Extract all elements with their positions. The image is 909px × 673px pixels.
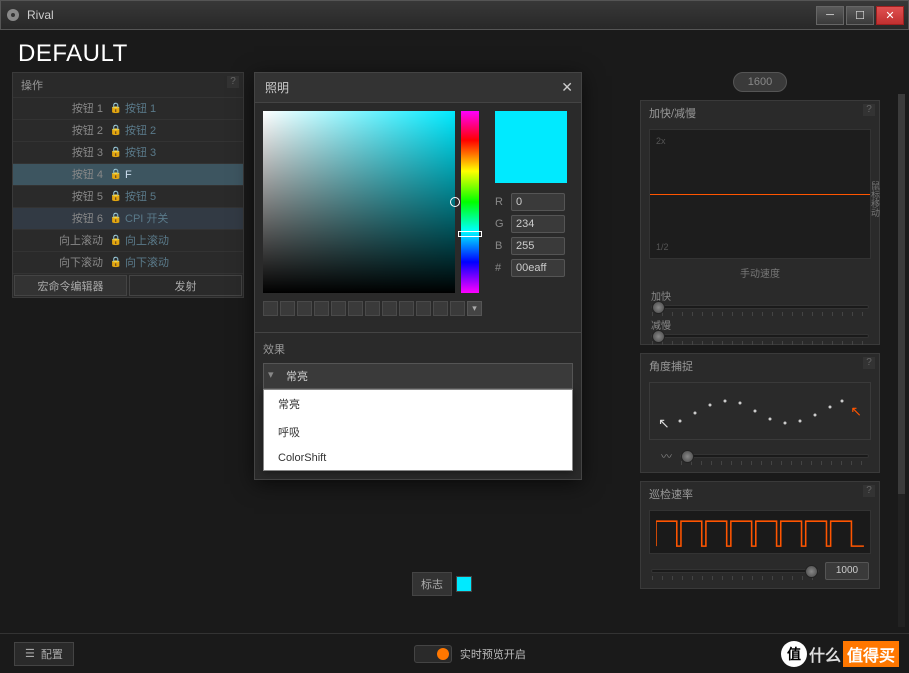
blue-input[interactable]: 255 (511, 237, 565, 255)
lighting-title: 照明 (265, 81, 289, 95)
effect-option[interactable]: ColorShift (264, 446, 572, 470)
swatch[interactable] (416, 301, 431, 316)
action-row[interactable]: 按钮 1🔒按钮 1 (13, 97, 243, 119)
close-icon[interactable]: ✕ (561, 79, 573, 96)
action-row[interactable]: 按钮 2🔒按钮 2 (13, 119, 243, 141)
effect-dropdown: 常亮 呼吸 ColorShift (263, 389, 573, 471)
preview-label: 实时预览开启 (460, 646, 526, 662)
swatch[interactable] (331, 301, 346, 316)
action-row[interactable]: 按钮 5🔒按钮 5 (13, 185, 243, 207)
polling-panel: 巡检速率? 1000 (640, 481, 880, 589)
swatch[interactable] (382, 301, 397, 316)
logo-zone-marker[interactable]: 标志 (412, 572, 472, 596)
cursor-orange-icon: ↖ (850, 403, 862, 420)
list-icon: ☰ (25, 647, 35, 660)
lighting-dialog: 照明✕ R0 G234 B255 #00eaff (254, 72, 582, 480)
app-icon (5, 7, 21, 23)
swatch[interactable] (263, 301, 278, 316)
color-preview (495, 111, 567, 183)
angle-slider[interactable] (680, 454, 869, 458)
lock-icon: 🔒 (109, 252, 123, 273)
swatch[interactable] (280, 301, 295, 316)
action-row[interactable]: 按钮 6🔒CPI 开关 (13, 207, 243, 229)
swatch-dropdown[interactable]: ▾ (467, 301, 482, 316)
maximize-button[interactable]: ☐ (846, 6, 874, 25)
minimize-button[interactable]: ─ (816, 6, 844, 25)
color-saturation-picker[interactable] (263, 111, 455, 293)
help-icon[interactable]: ? (227, 76, 239, 88)
launch-button[interactable]: 发射 (129, 275, 242, 296)
watermark: 值 什么 值得买 (781, 641, 899, 667)
accel-graph: 2x 1/2 鼠标移动 (649, 129, 871, 259)
profile-name: DEFAULT (0, 30, 909, 72)
preview-toggle[interactable] (414, 645, 452, 663)
lock-icon: 🔒 (109, 120, 123, 141)
angle-title: 角度捕捉 (649, 361, 693, 373)
hex-input[interactable]: 00eaff (511, 259, 565, 277)
effect-select[interactable]: 常亮 (263, 363, 573, 389)
polling-slider[interactable] (651, 569, 819, 573)
green-input[interactable]: 234 (511, 215, 565, 233)
help-icon[interactable]: ? (863, 104, 875, 116)
action-row[interactable]: 按钮 3🔒按钮 3 (13, 141, 243, 163)
lock-icon: 🔒 (109, 230, 123, 251)
config-button[interactable]: ☰ 配置 (14, 642, 74, 666)
close-button[interactable]: ✕ (876, 6, 904, 25)
accel-title: 加快/减慢 (649, 108, 696, 120)
polling-value[interactable]: 1000 (825, 562, 869, 580)
accel-fast-slider[interactable] (651, 305, 869, 309)
swatch[interactable] (433, 301, 448, 316)
cursor-white-icon: ↖ (658, 415, 670, 432)
polling-title: 巡检速率 (649, 489, 693, 501)
action-row[interactable]: 向上滚动🔒向上滚动 (13, 229, 243, 251)
accel-slow-slider[interactable] (651, 334, 869, 338)
lock-icon: 🔒 (109, 98, 123, 119)
effect-option[interactable]: 常亮 (264, 390, 572, 418)
effect-option[interactable]: 呼吸 (264, 418, 572, 446)
window-titlebar: Rival ─ ☐ ✕ (0, 0, 909, 30)
macro-editor-button[interactable]: 宏命令编辑器 (14, 275, 127, 296)
actions-panel: 操作? 按钮 1🔒按钮 1 按钮 2🔒按钮 2 按钮 3🔒按钮 3 按钮 4🔒F… (12, 72, 244, 298)
cpi-badge[interactable]: 1600 (733, 72, 787, 92)
bottom-bar: ☰ 配置 实时预览开启 值 什么 值得买 (0, 633, 909, 673)
swatch[interactable] (314, 301, 329, 316)
actions-title: 操作 (21, 80, 43, 92)
window-title: Rival (27, 8, 814, 22)
scrollbar[interactable] (898, 94, 905, 627)
help-icon[interactable]: ? (863, 357, 875, 369)
help-icon[interactable]: ? (863, 485, 875, 497)
color-swatches: ▾ (263, 301, 573, 316)
lock-icon: 🔒 (109, 142, 123, 163)
effect-title: 效果 (263, 341, 573, 357)
color-hue-slider[interactable] (461, 111, 479, 293)
action-row[interactable]: 按钮 4🔒F (13, 163, 243, 185)
swatch[interactable] (297, 301, 312, 316)
lock-icon: 🔒 (109, 164, 123, 185)
angle-graph: ↖ ↖ (649, 382, 871, 440)
angle-panel: 角度捕捉? ↖ ↖ 〰 (640, 353, 880, 473)
swatch[interactable] (399, 301, 414, 316)
swatch[interactable] (348, 301, 363, 316)
lock-icon: 🔒 (109, 208, 123, 229)
red-input[interactable]: 0 (511, 193, 565, 211)
swatch[interactable] (365, 301, 380, 316)
polling-graph (649, 510, 871, 554)
action-row[interactable]: 向下滚动🔒向下滚动 (13, 251, 243, 273)
logo-color-swatch (456, 576, 472, 592)
accel-panel: 加快/减慢? 2x 1/2 鼠标移动 手动速度 加快 减慢 (640, 100, 880, 345)
wave-icon: 〰 (651, 448, 672, 464)
swatch[interactable] (450, 301, 465, 316)
lock-icon: 🔒 (109, 186, 123, 207)
